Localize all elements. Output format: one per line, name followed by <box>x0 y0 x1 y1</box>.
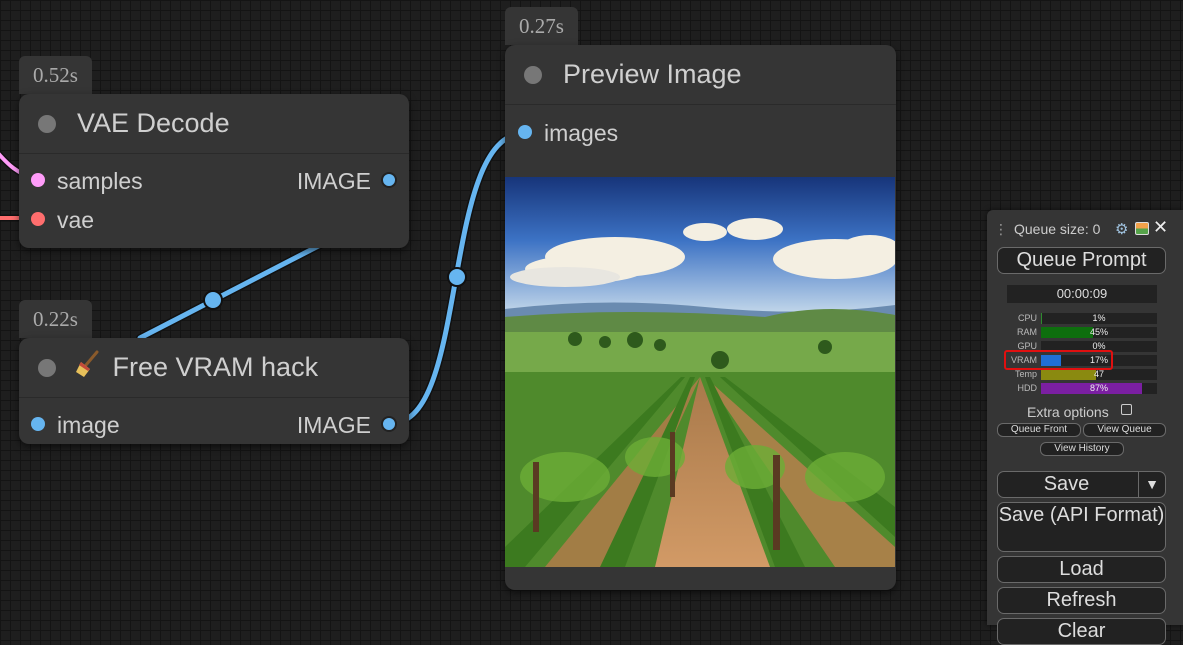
images-input-dot-icon[interactable] <box>518 125 532 139</box>
dropdown-arrow-icon[interactable]: ▼ <box>1138 472 1165 497</box>
drag-handle-icon[interactable]: ⋮ <box>994 221 1008 238</box>
node-title: VAE Decode <box>77 108 230 138</box>
load-button[interactable]: Load <box>997 556 1166 583</box>
input-images-label: images <box>544 120 619 146</box>
preview-image-node[interactable]: Preview Image images <box>505 45 896 590</box>
node-title: Preview Image <box>563 59 742 89</box>
execution-time-badge: 0.27s <box>505 7 578 45</box>
input-samples-label: samples <box>57 168 143 194</box>
vram-highlight-annotation <box>1004 350 1113 370</box>
image-icon[interactable] <box>1135 222 1149 235</box>
monitor-label-temp: Temp <box>1014 369 1037 379</box>
image-output-dot-icon[interactable] <box>381 172 397 188</box>
monitor-label-ram: RAM <box>1017 327 1037 337</box>
save-button[interactable]: Save ▼ <box>997 471 1166 498</box>
monitor-label-hdd: HDD <box>1017 383 1038 393</box>
node-title-bar[interactable]: Free VRAM hack <box>19 338 409 398</box>
node-title-bar[interactable]: VAE Decode <box>19 94 409 154</box>
collapse-dot-icon[interactable] <box>524 66 542 84</box>
output-image-label: IMAGE <box>296 412 371 438</box>
node-title-bar[interactable]: Preview Image <box>505 45 896 105</box>
input-vae-label: vae <box>57 207 95 233</box>
input-image-label: image <box>57 412 120 438</box>
collapse-dot-icon[interactable] <box>38 115 56 133</box>
queue-size-label: Queue size: 0 <box>1014 221 1101 237</box>
view-queue-button[interactable]: View Queue <box>1083 423 1166 437</box>
close-icon[interactable]: ✕ <box>1153 217 1168 238</box>
extra-options-label: Extra options <box>1027 404 1109 420</box>
execution-timer: 00:00:09 <box>1007 285 1157 303</box>
monitor-bar-ram: 45% <box>1041 327 1157 338</box>
collapse-dot-icon[interactable] <box>38 359 56 377</box>
extra-options-checkbox[interactable] <box>1121 404 1132 415</box>
view-history-button[interactable]: View History <box>1040 442 1124 456</box>
vae-decode-node[interactable]: VAE Decode samples vae IMAGE <box>19 94 409 248</box>
save-button-label: Save <box>1043 473 1090 495</box>
image-input-dot-icon[interactable] <box>31 417 45 431</box>
monitor-bar-cpu: 1% <box>1041 313 1157 324</box>
monitor-bar-temp: 47 <box>1041 369 1157 380</box>
refresh-button[interactable]: Refresh <box>997 587 1166 614</box>
queue-side-panel: ⋮ Queue size: 0 ⚙ ✕ Queue Prompt 00:00:0… <box>987 210 1183 645</box>
broom-icon <box>75 340 105 398</box>
samples-input-dot-icon[interactable] <box>31 173 45 187</box>
execution-time-badge: 0.52s <box>19 56 92 94</box>
preview-image[interactable] <box>505 177 895 567</box>
monitor-bar-hdd: 87% <box>1041 383 1157 394</box>
wire-midpoint-dot <box>447 267 467 287</box>
wire-midpoint-dot <box>203 290 223 310</box>
output-image-label: IMAGE <box>296 168 371 194</box>
node-title: Free VRAM hack <box>112 352 319 382</box>
save-api-format-button[interactable]: Save (API Format) <box>997 502 1166 552</box>
monitor-label-cpu: CPU <box>1017 313 1037 323</box>
image-output-dot-icon[interactable] <box>381 416 397 432</box>
free-vram-hack-node[interactable]: Free VRAM hack image IMAGE <box>19 338 409 444</box>
queue-prompt-button[interactable]: Queue Prompt <box>997 247 1166 274</box>
clear-button[interactable]: Clear <box>997 618 1166 645</box>
gear-icon[interactable]: ⚙ <box>1115 220 1128 238</box>
execution-time-badge: 0.22s <box>19 300 92 338</box>
vae-input-dot-icon[interactable] <box>31 212 45 226</box>
queue-front-button[interactable]: Queue Front <box>997 423 1081 437</box>
